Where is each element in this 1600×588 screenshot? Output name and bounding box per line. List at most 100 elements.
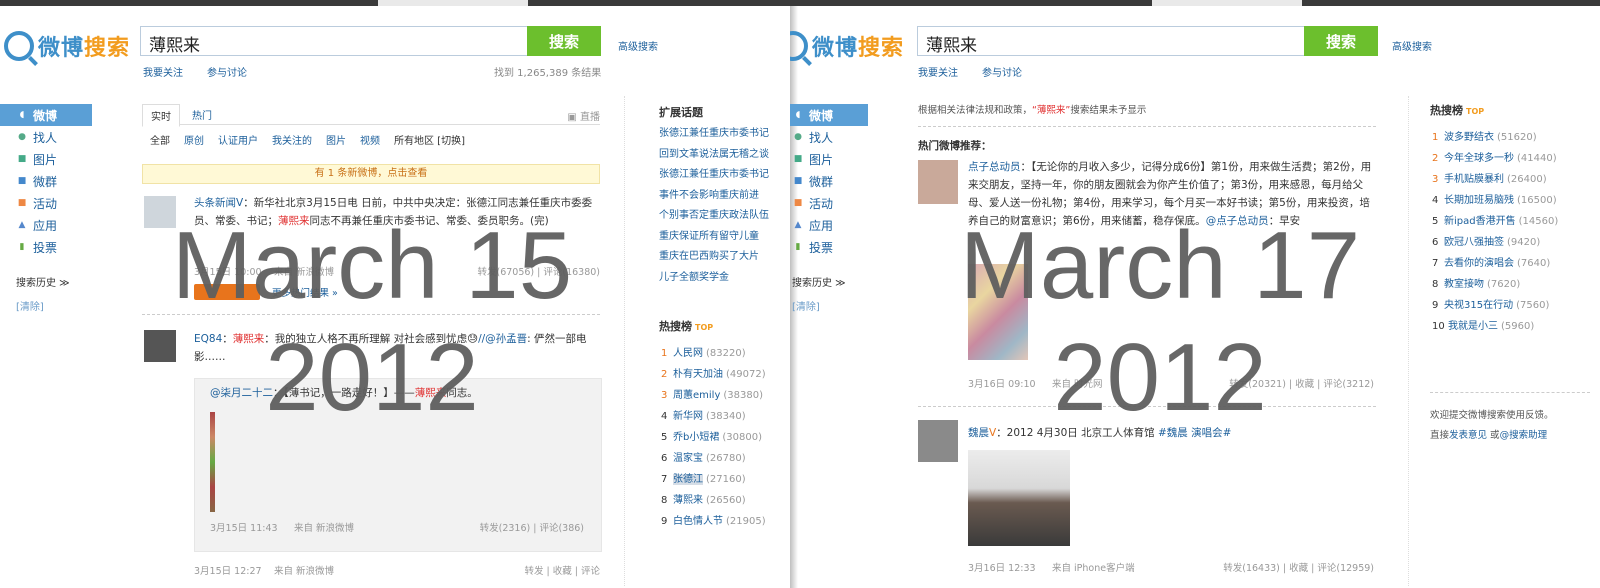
hot-search-item[interactable]: 9 白色情人节 (21905) [661, 512, 785, 533]
post-image-portrait[interactable] [968, 450, 1070, 546]
weibo-search-logo[interactable]: 微博搜索 [4, 30, 130, 62]
sidebar-item-groups[interactable]: ■ 微群 [0, 170, 92, 192]
filter-videos[interactable]: 视频 [360, 132, 380, 147]
post-source[interactable]: 来自 新浪微博 [274, 563, 334, 577]
discuss-link[interactable]: 参与讨论 [207, 64, 247, 79]
censorship-notice: 根据相关法律法规和政策，“薄熙来”搜索结果未予显示 [918, 105, 1147, 116]
people-icon: ● [18, 132, 26, 142]
search-history[interactable]: 搜索历史 ≫ [790, 274, 868, 292]
feedback-link[interactable]: 发表意见 [1449, 430, 1487, 441]
post-stats[interactable]: 转发 | 收藏 | 评论 [440, 563, 600, 577]
topic-link[interactable]: 儿子全额奖学金 [659, 268, 769, 289]
tab-hot[interactable]: 热门 [184, 104, 220, 125]
search-sublinks: 我要关注 参与讨论 [143, 64, 247, 79]
search-history[interactable]: 搜索历史 ≫ [0, 274, 92, 292]
filter-images[interactable]: 图片 [326, 132, 346, 147]
clear-history-link[interactable]: [清除] [0, 298, 92, 313]
search-input[interactable]: 薄熙来 [917, 26, 1304, 56]
advanced-search-link[interactable]: 高级搜索 [1392, 38, 1432, 53]
sidebar-item-events[interactable]: ■ 活动 [790, 192, 868, 214]
event-icon: ■ [793, 198, 803, 208]
search-assistant-link[interactable]: @搜索助理 [1500, 430, 1548, 441]
sidebar-item-apps[interactable]: ▲ 应用 [790, 214, 868, 236]
filter-all[interactable]: 全部 [150, 132, 170, 147]
filter-verified[interactable]: 认证用户 [218, 132, 258, 147]
post-time[interactable]: 3月15日 12:27 [194, 563, 262, 577]
hot-search-item[interactable]: 1 人民网 (83220) [661, 344, 785, 365]
date-overlay-line1: March 17 [959, 212, 1361, 319]
topic-link[interactable]: 回到文革说法属无稽之谈 [659, 145, 769, 166]
hot-search-item[interactable]: 4 新华网 (38340) [661, 407, 785, 428]
filter-original[interactable]: 原创 [184, 132, 204, 147]
post-username[interactable]: 魏晨 [968, 427, 989, 439]
post-username[interactable]: 点子总动员 [968, 161, 1021, 173]
sidebar-item-images[interactable]: ■ 图片 [0, 148, 92, 170]
right-screenshot: 微博搜索 薄熙来 搜索 高级搜索 我要关注 参与讨论 ◖ 微博 ● 找人 ■ 图片 ■… [790, 0, 1600, 588]
flask-icon: ▲ [18, 220, 26, 230]
tab-realtime[interactable]: 实时 [142, 104, 180, 127]
sidebar-item-people[interactable]: ● 找人 [790, 126, 868, 148]
follow-link[interactable]: 我要关注 [143, 64, 183, 79]
repost-stats[interactable]: 转发(2316) | 评论(386) [420, 520, 584, 534]
follow-link[interactable]: 我要关注 [918, 64, 958, 79]
hot-search-item[interactable]: 7 张德江 (27160) [661, 470, 785, 491]
search-bar: 薄熙来 搜索 [917, 26, 1378, 56]
filter-region[interactable]: 所有地区 [切换] [394, 132, 465, 147]
sidebar-item-groups[interactable]: ■ 微群 [790, 170, 868, 192]
hot-search-item[interactable]: 8 教室接吻 (7620) [1432, 275, 1592, 296]
sidebar-item-polls[interactable]: ▮ 投票 [790, 236, 868, 258]
search-input[interactable]: 薄熙来 [140, 26, 527, 56]
hot-search-item[interactable]: 3 手机贴膜暴利 (26400) [1432, 170, 1592, 191]
avatar[interactable] [918, 160, 958, 204]
filter-following[interactable]: 我关注的 [272, 132, 312, 147]
topic-link[interactable]: 个别事否定重庆政法队伍 [659, 206, 769, 227]
avatar[interactable] [918, 420, 958, 462]
search-button[interactable]: 搜索 [1304, 26, 1378, 56]
sidebar-item-images[interactable]: ■ 图片 [790, 148, 868, 170]
hot-search-item[interactable]: 5 新ipad香港开售 (14560) [1432, 212, 1592, 233]
repost-image[interactable] [210, 412, 215, 512]
left-screenshot: 微博搜索 薄熙来 搜索 高级搜索 我要关注 参与讨论 找到 1,265,389 … [0, 0, 790, 588]
post-stats[interactable]: 转发(16433) | 收藏 | 评论(12959) [1170, 560, 1374, 574]
post-username[interactable]: 头条新闻 [194, 197, 236, 209]
hot-search-item[interactable]: 2 朴有天加油 (49072) [661, 365, 785, 386]
topic-link[interactable]: 重庆保证所有留守儿童 [659, 227, 769, 248]
topic-link[interactable]: 张德江兼任重庆市委书记 [659, 124, 769, 145]
new-posts-notice[interactable]: 有 1 条新微博，点击查看 [142, 164, 600, 184]
hot-search-item[interactable]: 3 周蕙emily (38380) [661, 386, 785, 407]
discuss-link[interactable]: 参与讨论 [982, 64, 1022, 79]
magnifier-icon [790, 31, 808, 61]
repost-source[interactable]: 来自 新浪微博 [294, 520, 354, 534]
live-link[interactable]: ▣ 直播 [567, 108, 600, 123]
hot-search-item[interactable]: 9 央视315在行动 (7560) [1432, 296, 1592, 317]
hot-search-item[interactable]: 2 今年全球多一秒 (41440) [1432, 149, 1592, 170]
topic-link[interactable]: 张德江兼任重庆市委书记 [659, 165, 769, 186]
hot-search-item[interactable]: 10 我就是小三 (5960) [1432, 317, 1592, 338]
post-time[interactable]: 3月16日 12:33 [968, 560, 1036, 574]
post-source[interactable]: 来自 iPhone客户端 [1052, 560, 1135, 574]
hot-search-item[interactable]: 8 薄熙来 (26560) [661, 491, 785, 512]
sidebar-item-apps[interactable]: ▲ 应用 [0, 214, 92, 236]
repost-time[interactable]: 3月15日 11:43 [210, 520, 278, 534]
sidebar-item-weibo[interactable]: ◖ 微博 [0, 104, 92, 126]
image-icon: ■ [17, 154, 27, 164]
bar-chart-icon: ▮ [795, 242, 801, 252]
search-button[interactable]: 搜索 [527, 26, 601, 56]
hot-search-item[interactable]: 6 欧冠八强抽签 (9420) [1432, 233, 1592, 254]
sidebar-item-polls[interactable]: ▮ 投票 [0, 236, 92, 258]
sidebar-item-people[interactable]: ● 找人 [0, 126, 92, 148]
topic-link[interactable]: 事件不会影响重庆前进 [659, 186, 769, 207]
sidebar-item-events[interactable]: ■ 活动 [0, 192, 92, 214]
hot-search-item[interactable]: 1 波多野结衣 (51620) [1432, 128, 1592, 149]
topic-link[interactable]: 重庆在巴西购买了大片 [659, 247, 769, 268]
hot-search-item[interactable]: 5 乔b小短裙 (30800) [661, 428, 785, 449]
clear-history-link[interactable]: [清除] [790, 298, 868, 313]
hot-search-item[interactable]: 6 温家宝 (26780) [661, 449, 785, 470]
search-sublinks: 我要关注 参与讨论 [918, 64, 1022, 79]
result-tabs: 实时 热门 ▣ 直播 [142, 104, 600, 127]
sidebar-item-weibo[interactable]: ◖ 微博 [790, 104, 868, 126]
hot-search-item[interactable]: 4 长期加班易脑残 (16500) [1432, 191, 1592, 212]
hot-search-item[interactable]: 7 去看你的演唱会 (7640) [1432, 254, 1592, 275]
weibo-search-logo[interactable]: 微博搜索 [790, 30, 904, 62]
advanced-search-link[interactable]: 高级搜索 [618, 38, 658, 53]
